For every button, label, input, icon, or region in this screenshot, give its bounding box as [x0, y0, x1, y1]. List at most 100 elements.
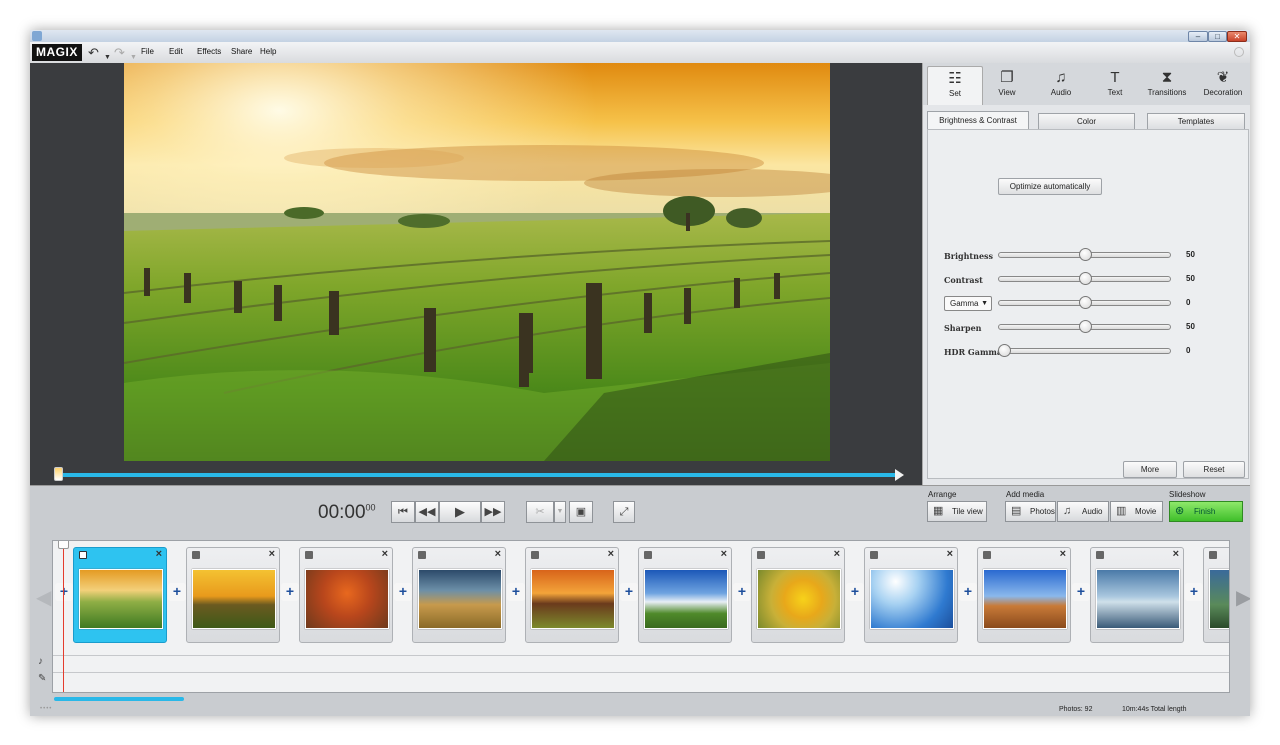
slide-checkbox[interactable] [305, 551, 313, 559]
hdr-gamma-slider[interactable] [998, 344, 1171, 357]
slide-checkbox[interactable] [418, 551, 426, 559]
slide-11[interactable] [1203, 547, 1229, 643]
storyboard-scrollbar[interactable] [54, 697, 184, 701]
close-icon[interactable]: × [834, 548, 840, 560]
add-audio-button[interactable]: ♫ Audio [1057, 501, 1109, 522]
tile-view-button[interactable]: ▦ Tile view [927, 501, 987, 522]
close-icon[interactable]: × [1060, 548, 1066, 560]
snapshot-button[interactable]: ▣ [569, 501, 593, 523]
subtab-color[interactable]: Color [1038, 113, 1135, 130]
contrast-slider[interactable] [998, 272, 1171, 285]
rewind-button[interactable]: ◀◀ [415, 501, 439, 523]
subtab-brightness-contrast[interactable]: Brightness & Contrast [927, 111, 1029, 130]
tab-set[interactable]: ☷ Set [927, 66, 983, 105]
slide-checkbox[interactable] [1209, 551, 1217, 559]
insert-plus-icon[interactable]: + [1072, 583, 1090, 601]
more-button[interactable]: More [1123, 461, 1177, 478]
insert-plus-icon[interactable]: + [168, 583, 186, 601]
insert-plus-icon[interactable]: + [1185, 583, 1203, 601]
close-icon[interactable]: × [269, 548, 275, 560]
close-icon[interactable]: × [156, 548, 162, 560]
slide-checkbox[interactable] [870, 551, 878, 559]
tab-decoration[interactable]: ❦ Decoration [1195, 66, 1250, 105]
scrubber-track[interactable] [58, 473, 900, 477]
slide-2[interactable]: × [186, 547, 280, 643]
slide-3[interactable]: × [299, 547, 393, 643]
menu-help[interactable]: Help [260, 47, 276, 56]
menu-effects[interactable]: Effects [197, 47, 221, 56]
help-circle-icon[interactable] [1234, 47, 1244, 57]
slide-9[interactable]: × [977, 547, 1071, 643]
playhead-handle[interactable] [58, 541, 69, 549]
slide-10[interactable]: × [1090, 547, 1184, 643]
slide-checkbox[interactable] [644, 551, 652, 559]
storyboard-next-icon[interactable]: ▶ [1236, 585, 1250, 610]
resize-grip-icon[interactable]: •••• [40, 706, 52, 712]
cut-button[interactable]: ✂ [526, 501, 554, 523]
fullscreen-button[interactable]: ⤢ [613, 501, 635, 523]
add-movie-button[interactable]: ▥ Movie [1110, 501, 1163, 522]
menu-edit[interactable]: Edit [169, 47, 183, 56]
reset-button[interactable]: Reset [1183, 461, 1245, 478]
insert-plus-icon[interactable]: + [733, 583, 751, 601]
slide-checkbox[interactable] [1096, 551, 1104, 559]
slide-1[interactable]: × [73, 547, 167, 643]
optimize-automatically-button[interactable]: Optimize automatically [998, 178, 1102, 195]
gamma-slider-thumb[interactable] [1079, 296, 1092, 309]
close-button[interactable]: ✕ [1227, 31, 1247, 42]
slide-4[interactable]: × [412, 547, 506, 643]
close-icon[interactable]: × [495, 548, 501, 560]
tab-transitions[interactable]: ⧗ Transitions [1139, 66, 1195, 105]
slide-checkbox[interactable] [79, 551, 87, 559]
close-icon[interactable]: × [1173, 548, 1179, 560]
storyboard-prev-icon[interactable]: ◀ [36, 585, 51, 610]
play-button[interactable]: ▶ [439, 501, 481, 523]
tab-view[interactable]: ❐ View [979, 66, 1035, 105]
slide-checkbox[interactable] [983, 551, 991, 559]
close-icon[interactable]: × [721, 548, 727, 560]
brightness-slider[interactable] [998, 248, 1171, 261]
brightness-slider-thumb[interactable] [1079, 248, 1092, 261]
maximize-button[interactable]: □ [1208, 31, 1227, 42]
insert-plus-icon[interactable]: + [620, 583, 638, 601]
minimize-button[interactable]: – [1188, 31, 1208, 42]
tab-text[interactable]: T Text [1087, 66, 1143, 105]
gamma-slider[interactable] [998, 296, 1171, 309]
menu-file[interactable]: File [141, 47, 154, 56]
go-to-start-button[interactable]: ⏮ [391, 501, 415, 523]
scrubber-start-handle[interactable] [54, 467, 63, 481]
insert-plus-icon[interactable]: + [281, 583, 299, 601]
cut-dropdown-button[interactable]: ▼ [554, 501, 566, 523]
finish-button[interactable]: ⊛ Finish [1169, 501, 1243, 522]
slide-6[interactable]: × [638, 547, 732, 643]
sharpen-slider[interactable] [998, 320, 1171, 333]
playhead[interactable] [63, 541, 64, 692]
add-photos-button[interactable]: ▤ Photos [1005, 501, 1056, 522]
insert-plus-icon[interactable]: + [959, 583, 977, 601]
slide-checkbox[interactable] [531, 551, 539, 559]
slide-checkbox[interactable] [192, 551, 200, 559]
subtab-templates[interactable]: Templates [1147, 113, 1245, 130]
menu-share[interactable]: Share [231, 47, 252, 56]
undo-icon[interactable]: ↶ [88, 45, 99, 60]
redo-icon[interactable]: ↷ [114, 45, 125, 60]
fast-forward-button[interactable]: ▶▶ [481, 501, 505, 523]
preview-image[interactable] [124, 63, 830, 461]
preview-scrubber[interactable] [54, 467, 904, 483]
insert-plus-icon[interactable]: + [55, 583, 73, 601]
insert-plus-icon[interactable]: + [507, 583, 525, 601]
gamma-select[interactable]: Gamma ▼ [944, 296, 992, 311]
close-icon[interactable]: × [608, 548, 614, 560]
slide-8[interactable]: × [864, 547, 958, 643]
close-icon[interactable]: × [947, 548, 953, 560]
sharpen-slider-thumb[interactable] [1079, 320, 1092, 333]
slide-7[interactable]: × [751, 547, 845, 643]
insert-plus-icon[interactable]: + [846, 583, 864, 601]
slide-checkbox[interactable] [757, 551, 765, 559]
slide-5[interactable]: × [525, 547, 619, 643]
contrast-slider-thumb[interactable] [1079, 272, 1092, 285]
tab-audio[interactable]: ♫ Audio [1033, 66, 1089, 105]
insert-plus-icon[interactable]: + [394, 583, 412, 601]
close-icon[interactable]: × [382, 548, 388, 560]
scrubber-end-handle[interactable] [895, 469, 904, 481]
